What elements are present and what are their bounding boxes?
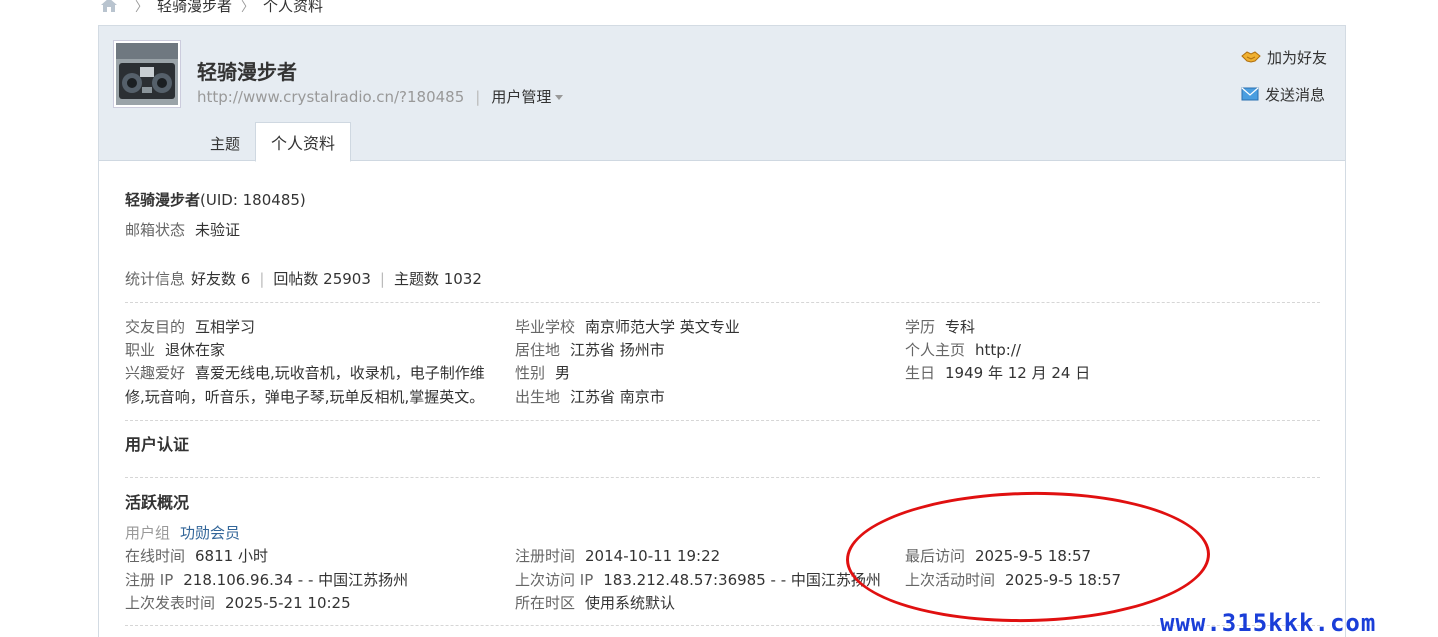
last-visit-item: 最后访问 2025-9-5 18:57 — [905, 547, 1092, 565]
breadcrumb-user[interactable]: 轻骑漫步者 — [157, 0, 232, 16]
profile-title-line: 轻骑漫步者(UID: 180485) — [125, 189, 1320, 211]
handshake-icon — [1241, 51, 1261, 63]
separator: | — [475, 87, 481, 106]
add-friend-label: 加为好友 — [1266, 48, 1327, 67]
add-friend-button[interactable]: 加为好友 — [1241, 46, 1327, 68]
friends-count-link[interactable]: 好友数 6 — [191, 267, 250, 291]
profile-url[interactable]: http://www.crystalradio.cn/?180485 — [197, 88, 464, 106]
timezone-item: 所在时区 使用系统默认 — [515, 594, 676, 612]
stats-row: 统计信息 好友数 6 | 回帖数 25903 | 主题数 1032 — [125, 267, 1320, 291]
details-grid: 交友目的 互相学习 毕业学校 南京师范大学 英文专业 学历 专科 职业 退休在家 居住地… — [125, 315, 1320, 411]
divider — [125, 302, 1320, 303]
last-active-item: 上次活动时间 2025-9-5 18:57 — [905, 571, 1122, 589]
profile-header: 轻骑漫步者 http://www.crystalradio.cn/?180485… — [99, 26, 1345, 162]
reg-ip-item: 注册 IP 218.106.96.34 - - 中国江苏扬州 — [125, 571, 409, 589]
tab-threads[interactable]: 主题 — [195, 124, 255, 162]
breadcrumb-current: 个人资料 — [263, 0, 324, 15]
group-item: 用户组 功勋会员 — [125, 524, 241, 542]
home-icon[interactable] — [100, 0, 118, 13]
watermark-text: www.315kkk.com — [1160, 609, 1377, 637]
envelope-icon — [1241, 87, 1259, 101]
online-item: 在线时间 6811 小时 — [125, 547, 268, 565]
divider — [125, 625, 1320, 626]
info-username: 轻骑漫步者 — [125, 191, 201, 209]
profile-url-line: http://www.crystalradio.cn/?180485 | 用户管… — [197, 86, 564, 107]
homepage-item: 个人主页 http:// — [905, 341, 1021, 359]
radio-avatar-icon — [116, 43, 178, 105]
education-item: 学历 专科 — [905, 318, 976, 336]
divider — [125, 477, 1320, 478]
activity-grid: 用户组 功勋会员 在线时间 6811 小时 注册时间 2014-10-11 19:22… — [125, 521, 1320, 617]
profile-username: 轻骑漫步者 — [197, 60, 297, 84]
register-item: 注册时间 2014-10-11 19:22 — [515, 547, 721, 565]
homepage-link[interactable]: http:// — [975, 341, 1021, 359]
birthday-item: 生日 1949 年 12 月 24 日 — [905, 364, 1091, 382]
avatar[interactable] — [113, 40, 181, 108]
separator: | — [259, 270, 265, 288]
divider — [125, 420, 1320, 421]
send-message-button[interactable]: 发送消息 — [1241, 83, 1327, 105]
separator: | — [379, 270, 385, 288]
stats-label: 统计信息 — [125, 270, 186, 288]
last-ip-item: 上次访问 IP 183.212.48.57:36985 - - 中国江苏扬州 — [515, 571, 881, 589]
profile-panel: 轻骑漫步者 http://www.crystalradio.cn/?180485… — [98, 25, 1346, 637]
breadcrumb: 〉 轻骑漫步者 〉 个人资料 — [100, 0, 323, 16]
hobby-item: 兴趣爱好 喜爱无线电,玩收音机，收录机，电子制作维 — [125, 364, 485, 382]
replies-count-link[interactable]: 回帖数 25903 — [273, 267, 371, 291]
chevron-down-icon[interactable] — [555, 95, 564, 100]
user-manage-menu[interactable]: 用户管理 — [491, 86, 551, 107]
breadcrumb-separator: 〉 — [241, 0, 255, 15]
residence-item: 居住地 江苏省 扬州市 — [515, 341, 665, 359]
last-post-item: 上次发表时间 2025-5-21 10:25 — [125, 594, 351, 612]
info-uid: (UID: 180485) — [200, 191, 306, 209]
send-message-label: 发送消息 — [1264, 85, 1325, 104]
hobby-item-cont: 修,玩音响，听音乐，弹电子琴,玩单反相机,掌握英文。 — [125, 388, 485, 406]
purpose-item: 交友目的 互相学习 — [125, 318, 256, 336]
birthplace-item: 出生地 江苏省 南京市 — [515, 388, 665, 406]
email-status-row: 邮箱状态 未验证 — [125, 218, 1320, 242]
profile-content: 轻骑漫步者(UID: 180485) 邮箱状态 未验证 统计信息 好友数 6 | … — [125, 176, 1320, 626]
profile-actions: 加为好友 发送消息 — [1241, 46, 1327, 120]
certification-title: 用户认证 — [125, 435, 190, 454]
breadcrumb-separator: 〉 — [135, 0, 149, 15]
threads-count-link[interactable]: 主题数 1032 — [394, 267, 482, 291]
job-item: 职业 退休在家 — [125, 341, 226, 359]
email-status-label: 邮箱状态 — [125, 221, 186, 239]
gender-item: 性别男 — [515, 364, 571, 382]
email-status-value: 未验证 — [195, 221, 241, 239]
activity-title: 活跃概况 — [125, 493, 190, 512]
tab-profile[interactable]: 个人资料 — [255, 122, 352, 162]
group-link[interactable]: 功勋会员 — [180, 524, 240, 542]
school-item: 毕业学校 南京师范大学 英文专业 — [515, 318, 740, 336]
profile-tabs: 主题 个人资料 — [195, 122, 352, 162]
